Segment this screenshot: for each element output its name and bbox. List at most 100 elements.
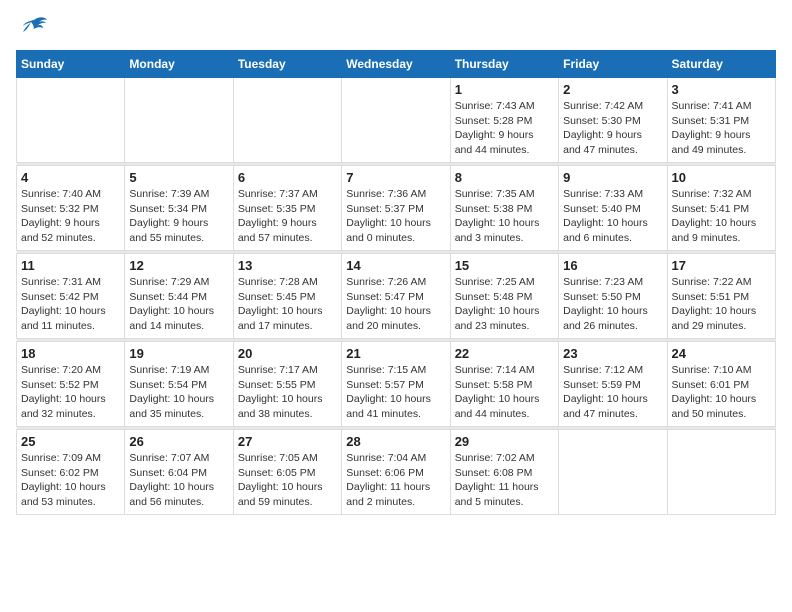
day-info: Sunrise: 7:17 AM Sunset: 5:55 PM Dayligh… [238, 363, 337, 422]
calendar-cell: 20 Sunrise: 7:17 AM Sunset: 5:55 PM Dayli… [233, 342, 341, 427]
calendar-cell: 11 Sunrise: 7:31 AM Sunset: 5:42 PM Dayli… [17, 254, 125, 339]
calendar-cell: 18Sunrise: 7:20 AM Sunset: 5:52 PM Dayli… [17, 342, 125, 427]
calendar-table: SundayMondayTuesdayWednesdayThursdayFrid… [16, 50, 776, 515]
day-info: Sunrise: 7:25 AM Sunset: 5:48 PM Dayligh… [455, 275, 554, 334]
day-info: Sunrise: 7:14 AM Sunset: 5:58 PM Dayligh… [455, 363, 554, 422]
calendar-cell: 23Sunrise: 7:12 AM Sunset: 5:59 PM Dayli… [559, 342, 667, 427]
calendar-week-3: 11 Sunrise: 7:31 AM Sunset: 5:42 PM Dayli… [17, 254, 776, 339]
day-number: 13 [238, 258, 337, 273]
day-info: Sunrise: 7:43 AM Sunset: 5:28 PM Dayligh… [455, 99, 554, 158]
calendar-cell: 25 Sunrise: 7:09 AM Sunset: 6:02 PM Dayli… [17, 430, 125, 515]
day-info: Sunrise: 7:02 AM Sunset: 6:08 PM Dayligh… [455, 451, 554, 510]
calendar-cell [559, 430, 667, 515]
calendar-header-row: SundayMondayTuesdayWednesdayThursdayFrid… [17, 51, 776, 78]
day-number: 25 [21, 434, 120, 449]
calendar-cell: 1Sunrise: 7:43 AM Sunset: 5:28 PM Daylig… [450, 78, 558, 163]
calendar-cell: 5 Sunrise: 7:39 AM Sunset: 5:34 PM Daylig… [125, 166, 233, 251]
day-number: 10 [672, 170, 771, 185]
calendar-cell: 21 Sunrise: 7:15 AM Sunset: 5:57 PM Dayli… [342, 342, 450, 427]
calendar-cell: 9 Sunrise: 7:33 AM Sunset: 5:40 PM Daylig… [559, 166, 667, 251]
day-number: 19 [129, 346, 228, 361]
day-info: Sunrise: 7:35 AM Sunset: 5:38 PM Dayligh… [455, 187, 554, 246]
day-info: Sunrise: 7:07 AM Sunset: 6:04 PM Dayligh… [129, 451, 228, 510]
day-number: 3 [672, 82, 771, 97]
logo-bird-icon [19, 16, 49, 40]
calendar-cell: 4 Sunrise: 7:40 AM Sunset: 5:32 PM Daylig… [17, 166, 125, 251]
day-number: 29 [455, 434, 554, 449]
page-header [16, 16, 776, 40]
day-number: 17 [672, 258, 771, 273]
day-info: Sunrise: 7:40 AM Sunset: 5:32 PM Dayligh… [21, 187, 120, 246]
day-number: 18 [21, 346, 120, 361]
day-info: Sunrise: 7:33 AM Sunset: 5:40 PM Dayligh… [563, 187, 662, 246]
day-number: 2 [563, 82, 662, 97]
calendar-cell: 15 Sunrise: 7:25 AM Sunset: 5:48 PM Dayli… [450, 254, 558, 339]
logo [16, 16, 49, 40]
day-info: Sunrise: 7:10 AM Sunset: 6:01 PM Dayligh… [672, 363, 771, 422]
day-info: Sunrise: 7:39 AM Sunset: 5:34 PM Dayligh… [129, 187, 228, 246]
calendar-cell: 6 Sunrise: 7:37 AM Sunset: 5:35 PM Daylig… [233, 166, 341, 251]
calendar-cell: 22 Sunrise: 7:14 AM Sunset: 5:58 PM Dayli… [450, 342, 558, 427]
day-info: Sunrise: 7:29 AM Sunset: 5:44 PM Dayligh… [129, 275, 228, 334]
day-number: 24 [672, 346, 771, 361]
day-info: Sunrise: 7:15 AM Sunset: 5:57 PM Dayligh… [346, 363, 445, 422]
calendar-cell: 10 Sunrise: 7:32 AM Sunset: 5:41 PM Dayli… [667, 166, 775, 251]
day-number: 4 [21, 170, 120, 185]
day-info: Sunrise: 7:37 AM Sunset: 5:35 PM Dayligh… [238, 187, 337, 246]
calendar-week-2: 4 Sunrise: 7:40 AM Sunset: 5:32 PM Daylig… [17, 166, 776, 251]
day-number: 5 [129, 170, 228, 185]
calendar-cell: 12 Sunrise: 7:29 AM Sunset: 5:44 PM Dayli… [125, 254, 233, 339]
day-number: 8 [455, 170, 554, 185]
day-info: Sunrise: 7:32 AM Sunset: 5:41 PM Dayligh… [672, 187, 771, 246]
day-info: Sunrise: 7:41 AM Sunset: 5:31 PM Dayligh… [672, 99, 771, 158]
day-number: 21 [346, 346, 445, 361]
day-info: Sunrise: 7:05 AM Sunset: 6:05 PM Dayligh… [238, 451, 337, 510]
calendar-cell: 7 Sunrise: 7:36 AM Sunset: 5:37 PM Daylig… [342, 166, 450, 251]
day-number: 14 [346, 258, 445, 273]
weekday-header-thursday: Thursday [450, 51, 558, 78]
day-info: Sunrise: 7:26 AM Sunset: 5:47 PM Dayligh… [346, 275, 445, 334]
calendar-cell [233, 78, 341, 163]
calendar-week-4: 18Sunrise: 7:20 AM Sunset: 5:52 PM Dayli… [17, 342, 776, 427]
day-number: 28 [346, 434, 445, 449]
calendar-cell: 19 Sunrise: 7:19 AM Sunset: 5:54 PM Dayli… [125, 342, 233, 427]
calendar-cell [342, 78, 450, 163]
day-info: Sunrise: 7:36 AM Sunset: 5:37 PM Dayligh… [346, 187, 445, 246]
day-info: Sunrise: 7:09 AM Sunset: 6:02 PM Dayligh… [21, 451, 120, 510]
day-number: 7 [346, 170, 445, 185]
calendar-cell: 14 Sunrise: 7:26 AM Sunset: 5:47 PM Dayli… [342, 254, 450, 339]
calendar-week-1: 1Sunrise: 7:43 AM Sunset: 5:28 PM Daylig… [17, 78, 776, 163]
day-info: Sunrise: 7:23 AM Sunset: 5:50 PM Dayligh… [563, 275, 662, 334]
calendar-cell: 13 Sunrise: 7:28 AM Sunset: 5:45 PM Dayli… [233, 254, 341, 339]
day-number: 6 [238, 170, 337, 185]
weekday-header-wednesday: Wednesday [342, 51, 450, 78]
calendar-week-5: 25 Sunrise: 7:09 AM Sunset: 6:02 PM Dayli… [17, 430, 776, 515]
day-number: 15 [455, 258, 554, 273]
day-info: Sunrise: 7:31 AM Sunset: 5:42 PM Dayligh… [21, 275, 120, 334]
day-number: 11 [21, 258, 120, 273]
day-info: Sunrise: 7:42 AM Sunset: 5:30 PM Dayligh… [563, 99, 662, 158]
day-info: Sunrise: 7:19 AM Sunset: 5:54 PM Dayligh… [129, 363, 228, 422]
calendar-cell: 27 Sunrise: 7:05 AM Sunset: 6:05 PM Dayli… [233, 430, 341, 515]
calendar-cell [667, 430, 775, 515]
day-number: 26 [129, 434, 228, 449]
day-number: 27 [238, 434, 337, 449]
day-number: 9 [563, 170, 662, 185]
day-number: 12 [129, 258, 228, 273]
day-info: Sunrise: 7:22 AM Sunset: 5:51 PM Dayligh… [672, 275, 771, 334]
day-info: Sunrise: 7:04 AM Sunset: 6:06 PM Dayligh… [346, 451, 445, 510]
calendar-cell: 3 Sunrise: 7:41 AM Sunset: 5:31 PM Daylig… [667, 78, 775, 163]
calendar-cell: 8 Sunrise: 7:35 AM Sunset: 5:38 PM Daylig… [450, 166, 558, 251]
day-info: Sunrise: 7:28 AM Sunset: 5:45 PM Dayligh… [238, 275, 337, 334]
calendar-cell [125, 78, 233, 163]
day-number: 22 [455, 346, 554, 361]
calendar-cell: 24 Sunrise: 7:10 AM Sunset: 6:01 PM Dayli… [667, 342, 775, 427]
weekday-header-sunday: Sunday [17, 51, 125, 78]
calendar-cell: 29 Sunrise: 7:02 AM Sunset: 6:08 PM Dayli… [450, 430, 558, 515]
calendar-cell: 2 Sunrise: 7:42 AM Sunset: 5:30 PM Daylig… [559, 78, 667, 163]
calendar-cell: 17 Sunrise: 7:22 AM Sunset: 5:51 PM Dayli… [667, 254, 775, 339]
day-number: 20 [238, 346, 337, 361]
weekday-header-monday: Monday [125, 51, 233, 78]
weekday-header-saturday: Saturday [667, 51, 775, 78]
weekday-header-tuesday: Tuesday [233, 51, 341, 78]
